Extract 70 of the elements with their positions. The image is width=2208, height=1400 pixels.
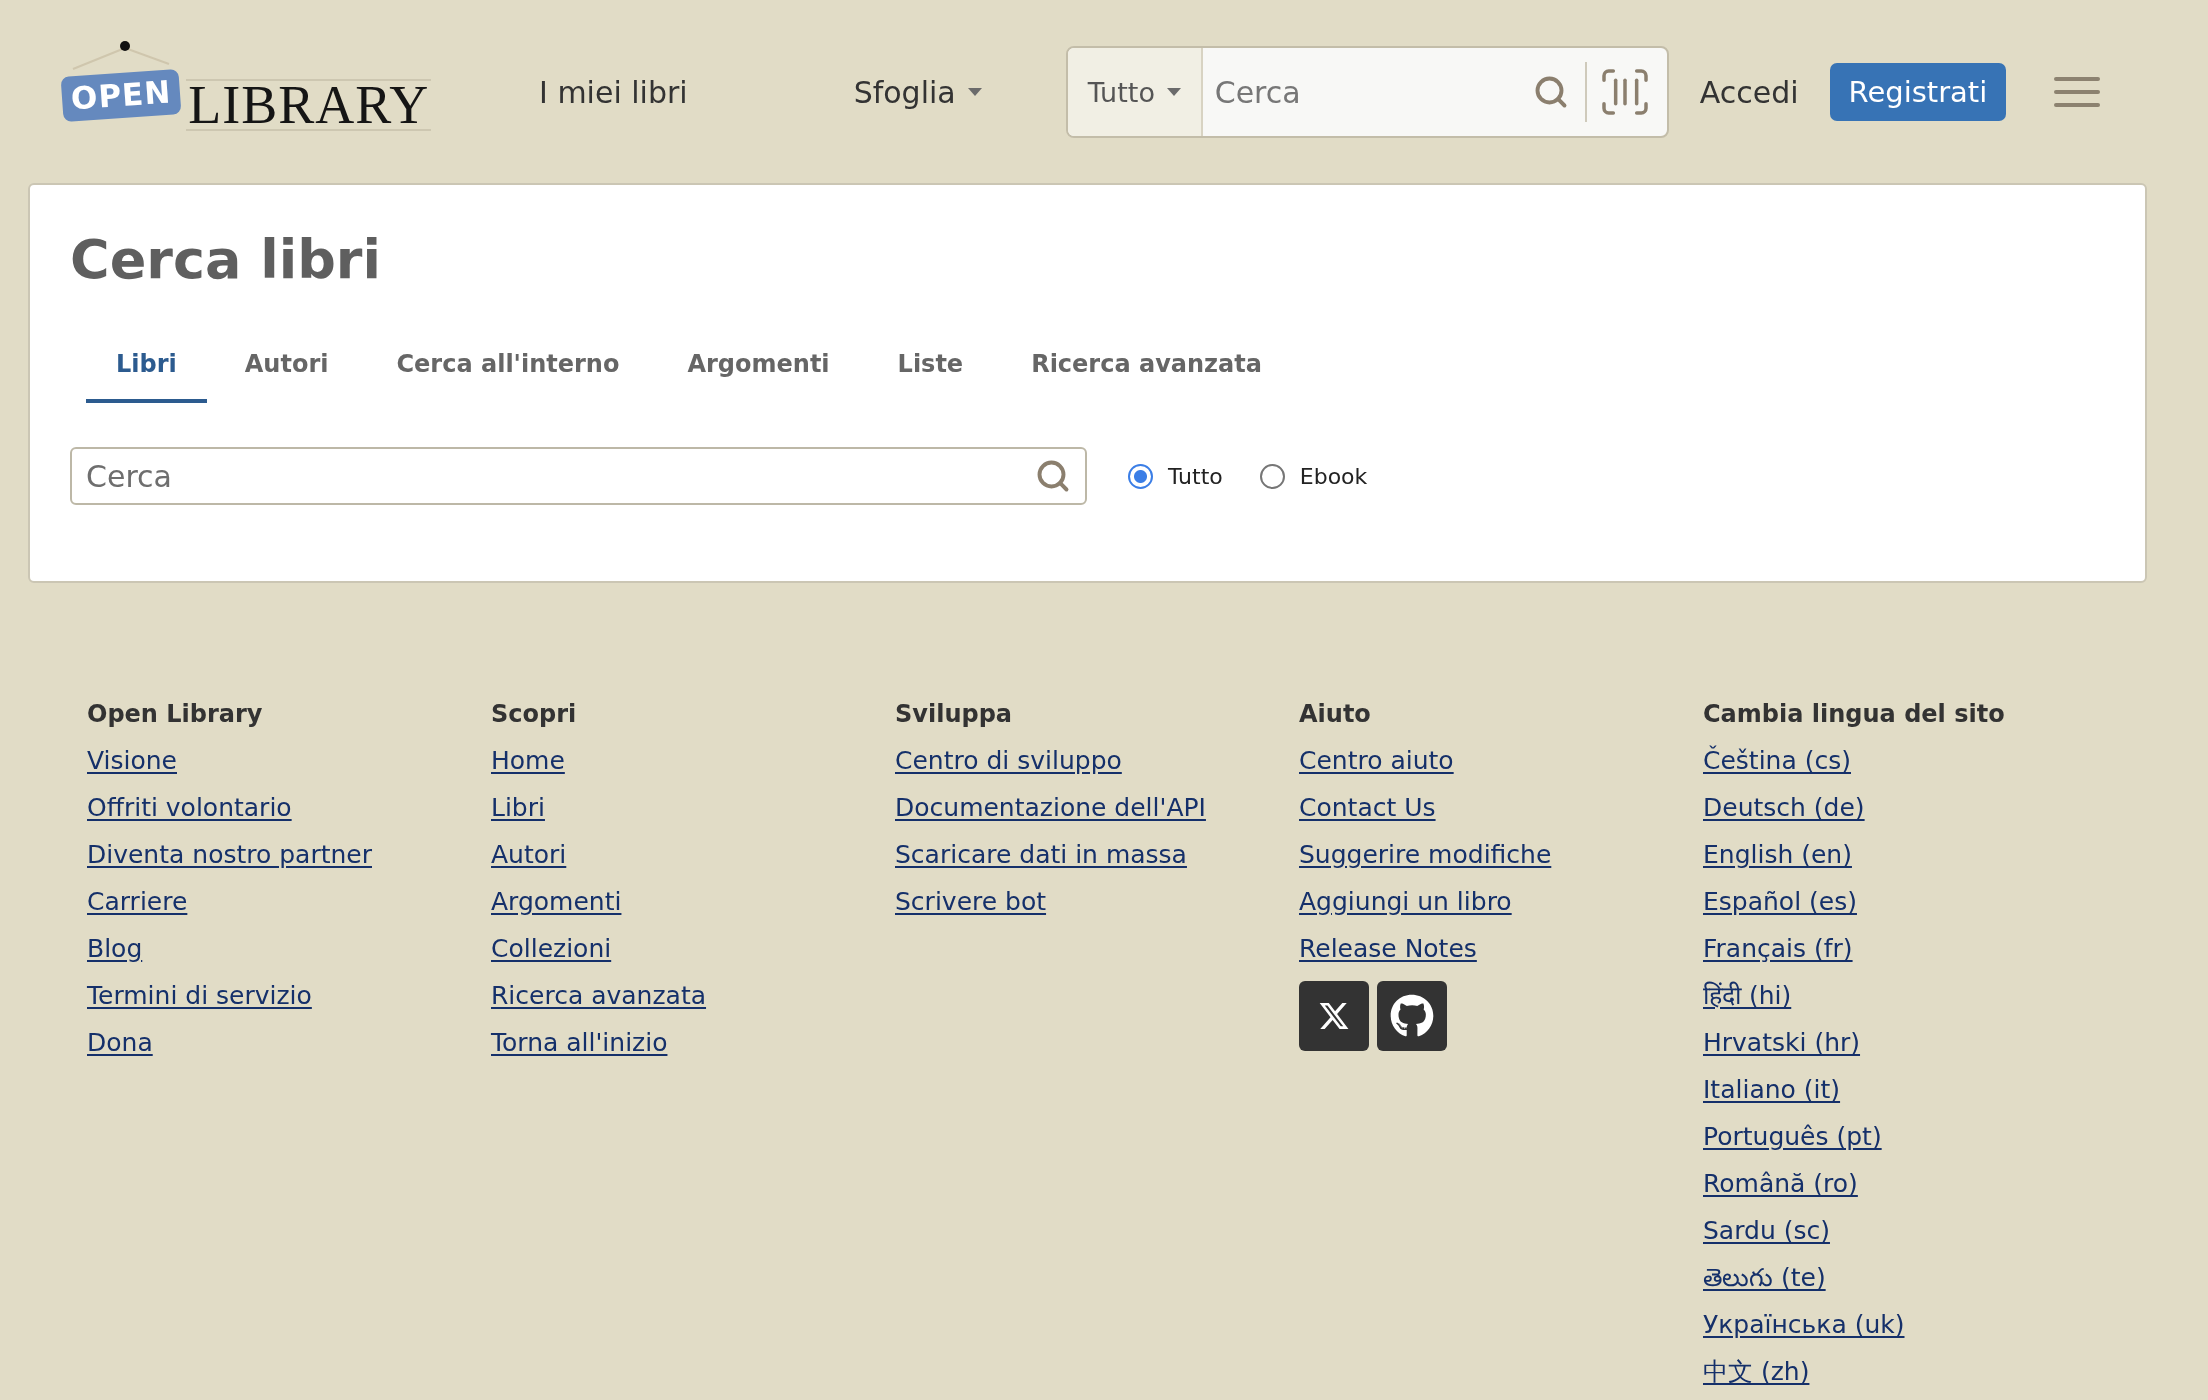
footer-link[interactable]: Blog — [87, 934, 143, 964]
login-link[interactable]: Accedi — [1699, 74, 1799, 110]
search-tab[interactable]: Liste — [867, 327, 994, 403]
footer-link[interactable]: Scaricare dati in massa — [895, 840, 1187, 870]
footer-link[interactable]: Release Notes — [1299, 934, 1477, 964]
signup-button[interactable]: Registrati — [1829, 63, 2007, 121]
footer-link[interactable]: Deutsch (de) — [1703, 793, 1865, 823]
search-tab[interactable]: Autori — [214, 327, 359, 403]
footer-link[interactable]: Scrivere bot — [895, 887, 1047, 917]
scope-select[interactable]: Tutto — [1067, 48, 1203, 136]
footer-link[interactable]: Українська (uk) — [1703, 1310, 1905, 1340]
footer-link[interactable]: Collezioni — [491, 934, 612, 964]
search-bar[interactable]: Tutto Cerca — [1065, 46, 1669, 138]
x-logo-icon[interactable] — [1299, 981, 1369, 1051]
caret-icon — [1166, 88, 1181, 96]
radio-label: Ebook — [1299, 463, 1368, 489]
menu-icon[interactable] — [2054, 77, 2101, 107]
search-tab[interactable]: Libri — [86, 327, 207, 403]
footer-link[interactable]: Carriere — [87, 887, 188, 917]
search-field[interactable]: Cerca — [84, 457, 1035, 495]
footer-link[interactable]: Visione — [87, 746, 177, 776]
github-icon[interactable] — [1377, 981, 1447, 1051]
footer-link[interactable]: Aggiungi un libro — [1299, 887, 1512, 917]
footer-link[interactable]: Română (ro) — [1703, 1169, 1858, 1199]
footer-link[interactable]: Home — [491, 746, 565, 776]
search-icon[interactable] — [1035, 458, 1071, 494]
footer-link[interactable]: Contact Us — [1299, 793, 1436, 823]
footer-link[interactable]: Centro aiuto — [1299, 746, 1454, 776]
radio-label: Tutto — [1168, 463, 1223, 489]
sign-hanger-icon — [72, 40, 170, 70]
footer-heading: Scopri — [491, 699, 577, 729]
footer-link[interactable]: Libri — [491, 793, 545, 823]
footer-link[interactable]: Português (pt) — [1703, 1122, 1882, 1152]
footer-heading: Aiuto — [1299, 699, 1371, 729]
footer-link[interactable]: Dona — [87, 1028, 153, 1058]
footer-link[interactable]: Diventa nostro partner — [87, 840, 372, 870]
footer-link[interactable]: Documentazione dell'API — [895, 793, 1206, 823]
footer-link[interactable]: English (en) — [1703, 840, 1852, 870]
search-tab[interactable]: Cerca all'interno — [366, 327, 650, 403]
search-tab[interactable]: Ricerca avanzata — [1001, 327, 1292, 403]
footer-link[interactable]: 中文 (zh) — [1703, 1357, 1810, 1387]
footer-link[interactable]: Español (es) — [1703, 887, 1857, 917]
search-tab[interactable]: Argomenti — [657, 327, 860, 403]
nav-link[interactable]: I miei libri — [539, 74, 688, 110]
search-box[interactable]: Cerca — [70, 447, 1087, 505]
logo-wordmark[interactable]: LIBRARY — [186, 79, 432, 131]
footer-link[interactable]: Argomenti — [491, 887, 622, 917]
footer-link[interactable]: Centro di sviluppo — [895, 746, 1122, 776]
caret-icon — [967, 88, 982, 96]
footer-link[interactable]: Français (fr) — [1703, 934, 1853, 964]
footer-link[interactable]: Autori — [491, 840, 567, 870]
footer-link[interactable]: Torna all'inizio — [491, 1028, 668, 1058]
footer-link[interactable]: Ricerca avanzata — [491, 981, 707, 1011]
radio-button[interactable] — [1128, 463, 1153, 489]
footer-link[interactable]: Italiano (it) — [1703, 1075, 1841, 1105]
footer-link[interactable]: Suggerire modifiche — [1299, 840, 1552, 870]
footer-link[interactable]: Čeština (cs) — [1703, 746, 1851, 776]
footer-link[interactable]: Hrvatski (hr) — [1703, 1028, 1861, 1058]
footer-link[interactable]: हिंदी (hi) — [1703, 981, 1792, 1011]
footer-link[interactable]: తెలుగు (te) — [1703, 1263, 1826, 1293]
footer-link[interactable]: Termini di servizio — [87, 981, 312, 1011]
radio-button[interactable] — [1259, 463, 1285, 489]
footer-heading: Sviluppa — [895, 699, 1013, 729]
open-sign[interactable]: OPEN — [60, 68, 182, 123]
page-title: Cerca libri — [70, 227, 382, 293]
nav-dropdown[interactable]: Sfoglia — [853, 74, 982, 110]
footer-link[interactable]: Offriti volontario — [87, 793, 292, 823]
footer-link[interactable]: Sardu (sc) — [1703, 1216, 1830, 1246]
footer-heading: Cambia lingua del sito — [1703, 699, 2005, 729]
footer-heading: Open Library — [87, 699, 263, 729]
